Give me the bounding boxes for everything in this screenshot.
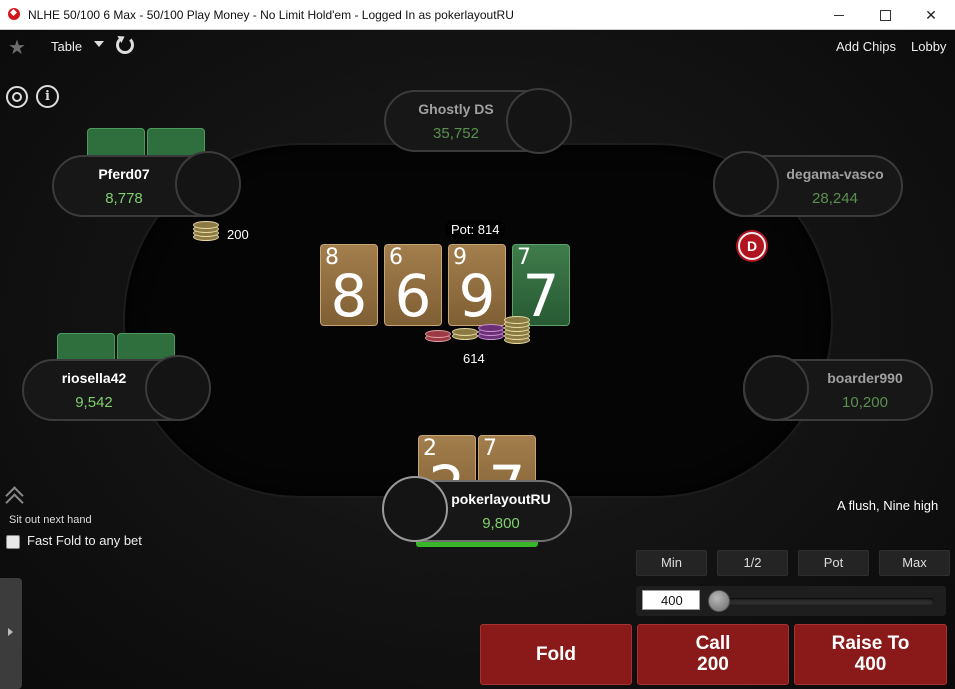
refresh-icon[interactable]: [116, 36, 134, 54]
bet-slider-track[interactable]: [708, 598, 934, 605]
avatar[interactable]: [743, 355, 809, 421]
fold-button[interactable]: Fold: [480, 624, 632, 685]
player-stack: 9,800: [482, 515, 520, 532]
player-name: boarder990: [827, 370, 903, 386]
table-toolbar: ★ Table Add Chips Lobby: [0, 30, 955, 62]
call-label: Call: [695, 633, 731, 654]
bet-slider-panel: [636, 586, 946, 616]
avatar[interactable]: [506, 88, 572, 154]
minimize-button[interactable]: [816, 0, 862, 30]
player-name: Ghostly DS: [418, 101, 494, 117]
target-icon[interactable]: [6, 86, 28, 108]
avatar[interactable]: [145, 355, 211, 421]
hand-description: A flush, Nine high: [837, 498, 939, 513]
bet-max-button[interactable]: Max: [879, 550, 950, 576]
board-card-2: 6 6: [384, 244, 442, 326]
player-name: pokerlayoutRU: [451, 491, 551, 507]
hero-avatar[interactable]: [382, 476, 448, 542]
avatar[interactable]: [713, 151, 779, 217]
dealer-button: D: [738, 232, 766, 260]
star-icon[interactable]: ★: [8, 35, 26, 60]
player-stack: 9,542: [75, 394, 113, 411]
card-back: [57, 333, 115, 361]
fold-label: Fold: [535, 644, 577, 665]
window-title: NLHE 50/100 6 Max - 50/100 Play Money - …: [28, 8, 514, 22]
player-stack: 28,244: [812, 190, 858, 207]
raise-label: Raise To: [831, 633, 910, 654]
avatar[interactable]: [175, 151, 241, 217]
center-bet-amount: 614: [458, 350, 490, 367]
raise-button[interactable]: Raise To 400: [794, 624, 947, 685]
raise-amount: 400: [854, 654, 887, 675]
card-rank-large: 8: [330, 262, 368, 326]
add-chips-button[interactable]: Add Chips: [836, 39, 896, 54]
chevrons-up-icon[interactable]: [4, 486, 26, 506]
fast-fold-label[interactable]: Fast Fold to any bet: [27, 533, 142, 548]
call-amount: 200: [697, 654, 729, 675]
player-name: Pferd07: [98, 166, 150, 182]
chip: [425, 330, 451, 338]
card-back: [87, 128, 145, 156]
lobby-button[interactable]: Lobby: [911, 39, 946, 54]
player-stack: 10,200: [842, 394, 888, 411]
chip: [478, 324, 504, 332]
bet-pot-button[interactable]: Pot: [798, 550, 869, 576]
bet-half-pot-button[interactable]: 1/2: [717, 550, 788, 576]
player-name: riosella42: [61, 370, 127, 386]
board-card-3: 9 9: [448, 244, 506, 326]
bet-slider-thumb[interactable]: [708, 590, 730, 612]
pot-chips: [425, 316, 533, 348]
chip: [193, 221, 219, 229]
pferd-card-backs: [87, 128, 207, 156]
info-icon[interactable]: i: [36, 85, 59, 108]
chip: [504, 316, 530, 324]
chevron-down-icon[interactable]: [94, 41, 104, 47]
poker-table-area: ★ Table Add Chips Lobby i 2 2 7 7 Ghostl…: [0, 30, 955, 689]
player-name: degama-vasco: [786, 166, 884, 182]
player-stack: 35,752: [433, 125, 479, 142]
chip: [452, 328, 478, 336]
player-stack: 8,778: [105, 190, 143, 207]
board-card-1: 8 8: [320, 244, 378, 326]
maximize-button[interactable]: [862, 0, 908, 30]
pot-label: Pot: 814: [445, 220, 506, 239]
bet-amount-input[interactable]: [642, 590, 700, 610]
riosella-card-backs: [57, 333, 177, 361]
title-bar: NLHE 50/100 6 Max - 50/100 Play Money - …: [0, 0, 955, 30]
table-menu-button[interactable]: Table: [51, 39, 82, 54]
board-card-4: 7 7: [512, 244, 570, 326]
sit-out-next-hand[interactable]: Sit out next hand: [9, 514, 92, 526]
pferd-bet-chips: [193, 218, 221, 244]
pferd-bet-amount: 200: [222, 226, 254, 243]
call-button[interactable]: Call 200: [637, 624, 789, 685]
pokerstars-logo-icon: [8, 8, 20, 20]
side-panel-toggle[interactable]: [0, 578, 22, 689]
close-button[interactable]: ✕: [908, 0, 954, 30]
bet-min-button[interactable]: Min: [636, 550, 707, 576]
fast-fold-checkbox[interactable]: [6, 535, 20, 549]
